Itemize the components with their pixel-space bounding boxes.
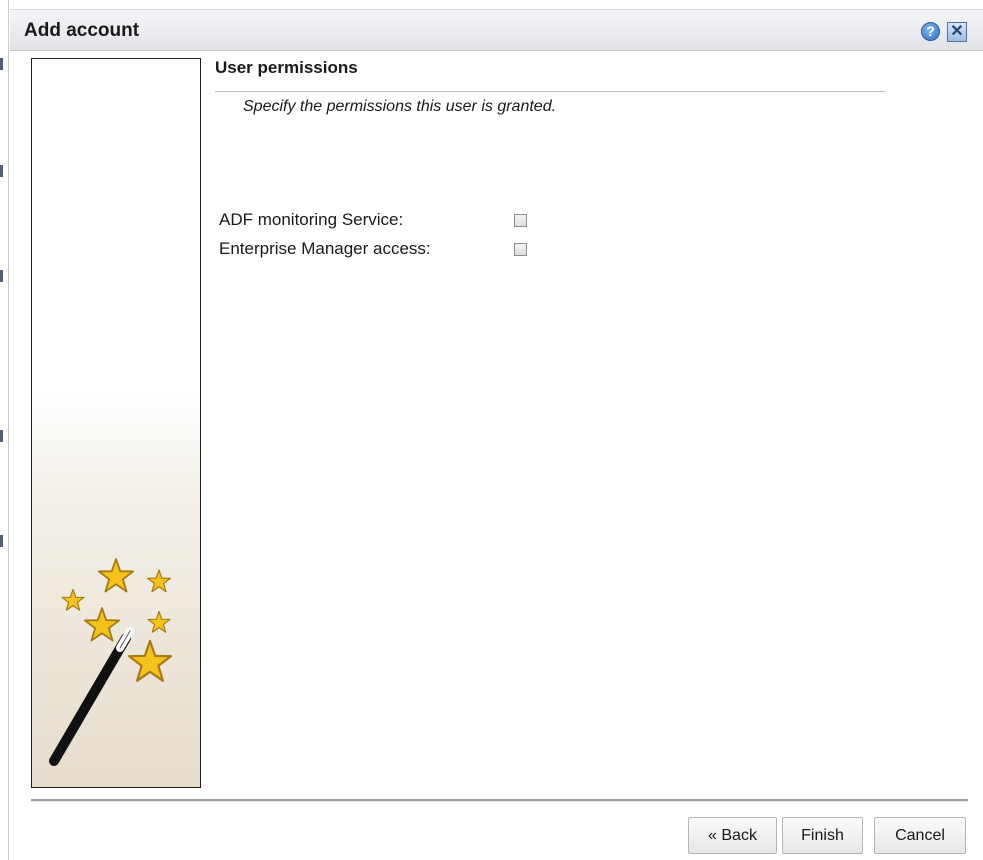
star-icon [147, 610, 171, 633]
permission-label: ADF monitoring Service: [219, 210, 404, 229]
star-icon [61, 588, 85, 611]
edge-marker [0, 165, 3, 177]
magic-wand-icon [49, 558, 173, 766]
star-icon [127, 639, 173, 682]
star-icon [146, 569, 172, 593]
finish-button[interactable]: Finish [782, 817, 863, 854]
section-title: User permissions [215, 58, 358, 77]
section-divider [215, 91, 885, 92]
wand-shaft [49, 633, 131, 766]
section-description: Specify the permissions this user is gra… [243, 98, 557, 115]
star-icon [83, 607, 121, 642]
add-account-dialog: Add account ? ✕ User permissions Specify… [10, 9, 983, 860]
dialog-titlebar: Add account ? ✕ [10, 9, 983, 51]
dialog-title: Add account [24, 20, 140, 41]
footer-divider [31, 799, 968, 802]
edge-marker [0, 535, 3, 547]
edge-marker [0, 270, 3, 282]
close-icon[interactable]: ✕ [947, 22, 967, 42]
star-icon [97, 558, 135, 593]
enterprise-manager-checkbox[interactable] [514, 243, 527, 256]
back-button[interactable]: « Back [688, 817, 777, 854]
adf-monitoring-checkbox[interactable] [514, 214, 527, 227]
help-icon[interactable]: ? [921, 22, 940, 41]
permission-label: Enterprise Manager access: [219, 239, 431, 258]
cancel-button[interactable]: Cancel [874, 817, 966, 854]
background-window-edge [0, 0, 9, 860]
wizard-graphic-panel [31, 58, 201, 788]
edge-marker [0, 58, 3, 70]
edge-marker [0, 430, 3, 442]
